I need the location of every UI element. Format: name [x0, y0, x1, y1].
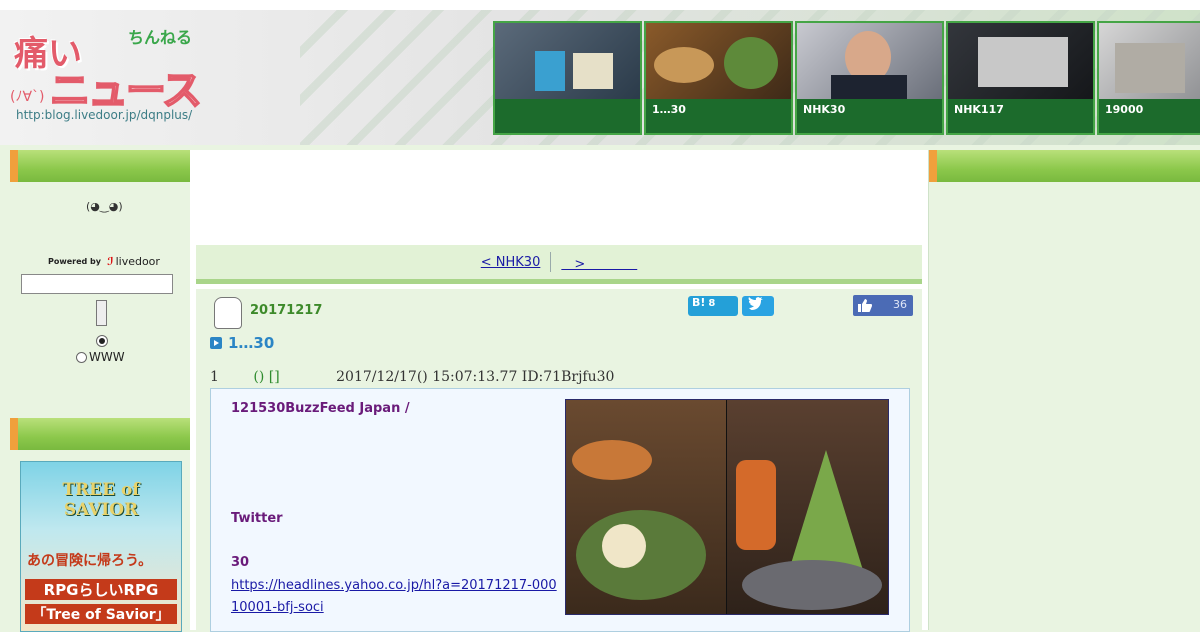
- powered-by-label: Powered by: [48, 257, 101, 266]
- ad-title: TREE of SAVIOR: [62, 480, 140, 520]
- entry: 20171217 B! 8 36 1…30 1 () [] 2017/12/17(…: [196, 289, 922, 632]
- main-content: < NHK30 > 20171217 B! 8 36 1…30 1 () [] 2…: [190, 150, 928, 632]
- site-header: 痛い ちんねる ニュース (ﾉ∀`) http:blog.livedoor.jp…: [0, 0, 1200, 145]
- header-thumb-2[interactable]: 1…30: [644, 21, 793, 135]
- sidebar-header-bar: [10, 150, 190, 182]
- post-twitter: Twitter: [231, 511, 283, 526]
- powered-by: Powered by ℐlivedoor: [48, 255, 160, 268]
- livedoor-logo: ℐlivedoor: [107, 255, 160, 268]
- ad-line3: 「Tree of Savior」: [25, 604, 177, 624]
- thumbs-up-icon: [858, 299, 872, 312]
- entry-title-text: 1…30: [228, 334, 275, 352]
- entry-nav: < NHK30 >: [196, 245, 922, 284]
- search-button[interactable]: [96, 300, 107, 326]
- logo-face: (ﾉ∀`): [10, 89, 45, 105]
- thumb-image: [646, 23, 791, 99]
- post-header: 1 () [] 2017/12/17() 15:07:13.77 ID:71Br…: [210, 369, 614, 385]
- entry-date: 20171217: [250, 303, 323, 318]
- next-entry-link[interactable]: >: [551, 253, 647, 272]
- post-photo[interactable]: [565, 399, 889, 615]
- post-number: 1: [210, 369, 219, 385]
- radio-www-label: WWW: [89, 350, 125, 364]
- like-button[interactable]: 36: [853, 295, 913, 316]
- hatena-button[interactable]: B! 8: [688, 296, 738, 316]
- thumb-caption: NHK117: [948, 99, 1093, 133]
- post-datetime: 2017/12/17() 15:07:13.77 ID:71Brjfu30: [336, 369, 615, 385]
- thumb-caption: NHK30: [797, 99, 942, 133]
- author-avatar: [214, 297, 242, 329]
- emoji-icon: (◕‿◕): [86, 200, 123, 213]
- post-30: 30: [231, 555, 250, 570]
- sidebar-header-bar-2: [10, 418, 190, 450]
- thumb-caption: 19000: [1099, 99, 1200, 133]
- like-count: 36: [893, 298, 907, 311]
- prev-entry-link[interactable]: < NHK30: [471, 255, 551, 270]
- header-thumb-5[interactable]: 19000: [1097, 21, 1200, 135]
- hatena-count: 8: [708, 298, 716, 309]
- tweet-button[interactable]: [742, 296, 774, 316]
- thumb-image: [797, 23, 942, 105]
- right-sidebar: [928, 150, 1200, 630]
- logo-url: http:blog.livedoor.jp/dqnplus/: [16, 108, 193, 122]
- entry-title[interactable]: 1…30: [210, 334, 274, 352]
- thumb-caption: 1…30: [646, 99, 791, 133]
- thumb-image: [1099, 23, 1200, 99]
- radio-blog[interactable]: [96, 335, 108, 347]
- right-header-bar: [929, 150, 1200, 182]
- radio-www[interactable]: WWW: [76, 350, 125, 364]
- thumb-caption: [495, 99, 640, 133]
- post-line1: 121530BuzzFeed Japan /: [231, 401, 410, 416]
- header-thumb-4[interactable]: NHK117: [946, 21, 1095, 135]
- livedoor-logo-text: livedoor: [115, 255, 160, 268]
- logo-chan: ちんねる: [128, 28, 193, 47]
- twitter-icon: [748, 297, 763, 310]
- search-input[interactable]: [21, 274, 173, 294]
- ad-line1: あの冒険に帰ろう。: [27, 553, 153, 569]
- ad-line2: RPGらしいRPG: [25, 579, 177, 600]
- play-icon: [210, 337, 222, 349]
- site-logo[interactable]: 痛い ちんねる ニュース (ﾉ∀`) http:blog.livedoor.jp…: [10, 24, 230, 134]
- thumb-image: [948, 23, 1093, 99]
- thumb-image: [495, 23, 640, 99]
- post-name: () []: [253, 369, 280, 385]
- header-thumb-3[interactable]: NHK30: [795, 21, 944, 135]
- left-sidebar: (◕‿◕) Powered by ℐlivedoor WWW TREE of S…: [10, 150, 191, 632]
- source-link[interactable]: https://headlines.yahoo.co.jp/hl?a=20171…: [231, 575, 561, 619]
- post-body: 121530BuzzFeed Japan / Twitter 30 https:…: [210, 388, 910, 632]
- ad-banner[interactable]: TREE of SAVIOR あの冒険に帰ろう。 RPGらしいRPG 「Tree…: [20, 461, 182, 632]
- header-thumb-1[interactable]: [493, 21, 642, 135]
